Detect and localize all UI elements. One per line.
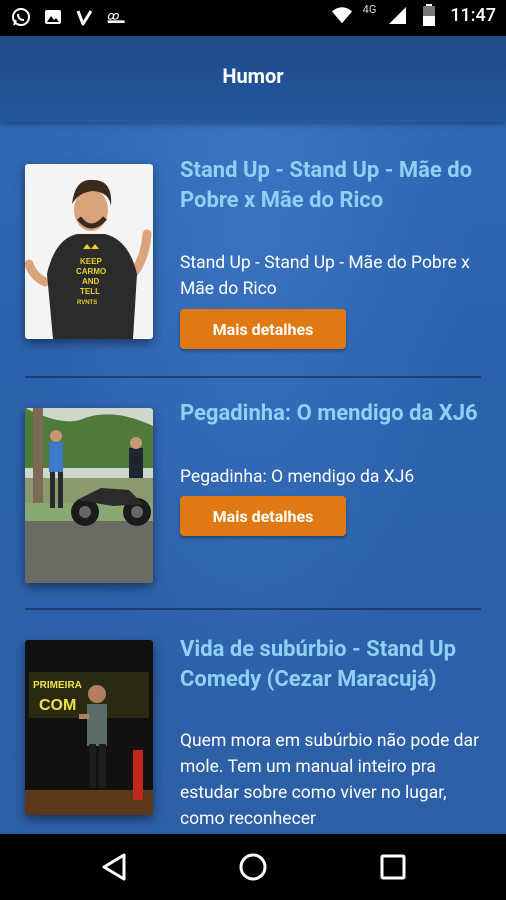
notification-icons: Ꝏ	[10, 6, 128, 28]
signal-icon	[386, 4, 408, 26]
page-title: Humor	[222, 64, 284, 88]
svg-text:Ꝏ: Ꝏ	[107, 12, 120, 22]
divider	[25, 376, 481, 378]
gallery-icon	[42, 6, 64, 28]
whatsapp-icon	[10, 6, 32, 28]
vine-icon	[74, 6, 96, 28]
video-thumbnail[interactable]: KEEP CARMO AND TELL RVNTS	[25, 164, 153, 339]
recents-icon[interactable]	[377, 851, 409, 883]
item-title[interactable]: Vida de subúrbio - Stand Up Comedy (Ceza…	[180, 635, 480, 695]
battery-icon	[418, 4, 440, 26]
wifi-icon	[331, 4, 353, 26]
app-icon: Ꝏ	[106, 6, 128, 28]
svg-text:KEEP: KEEP	[80, 257, 102, 266]
network-label: 4G	[362, 2, 377, 16]
more-details-button[interactable]: Mais detalhes	[180, 496, 346, 536]
status-bar: Ꝏ 4G 11:47	[0, 0, 506, 36]
svg-text:TELL: TELL	[80, 287, 100, 296]
home-icon[interactable]	[237, 851, 269, 883]
more-details-button[interactable]: Mais detalhes	[180, 309, 346, 349]
item-title[interactable]: Stand Up - Stand Up - Mãe do Pobre x Mãe…	[180, 156, 480, 216]
svg-text:CARMO: CARMO	[76, 267, 106, 276]
back-icon[interactable]	[98, 851, 130, 883]
clock: 11:47	[450, 4, 496, 26]
system-icons: 4G 11:47	[331, 2, 496, 26]
item-title[interactable]: Pegadinha: O mendigo da XJ6	[180, 399, 480, 429]
banner-text: PRIMEIRA	[33, 680, 82, 691]
video-thumbnail[interactable]	[25, 408, 153, 583]
app-content: Humor KEEP CARMO AND TELL RVNTS Stand Up…	[0, 36, 506, 834]
banner-text: COM	[39, 697, 76, 714]
item-description: Stand Up - Stand Up - Mãe do Pobre x Mãe…	[180, 253, 470, 299]
divider	[25, 608, 481, 610]
video-thumbnail[interactable]: PRIMEIRA COM	[25, 640, 153, 815]
svg-text:RVNTS: RVNTS	[77, 300, 97, 306]
svg-text:AND: AND	[82, 277, 100, 286]
item-description: Pegadinha: O mendigo da XJ6	[180, 467, 415, 487]
item-description: Quem mora em subúrbio não pode dar mole.…	[180, 731, 480, 829]
navigation-bar	[0, 834, 506, 900]
app-header: Humor	[0, 36, 506, 122]
